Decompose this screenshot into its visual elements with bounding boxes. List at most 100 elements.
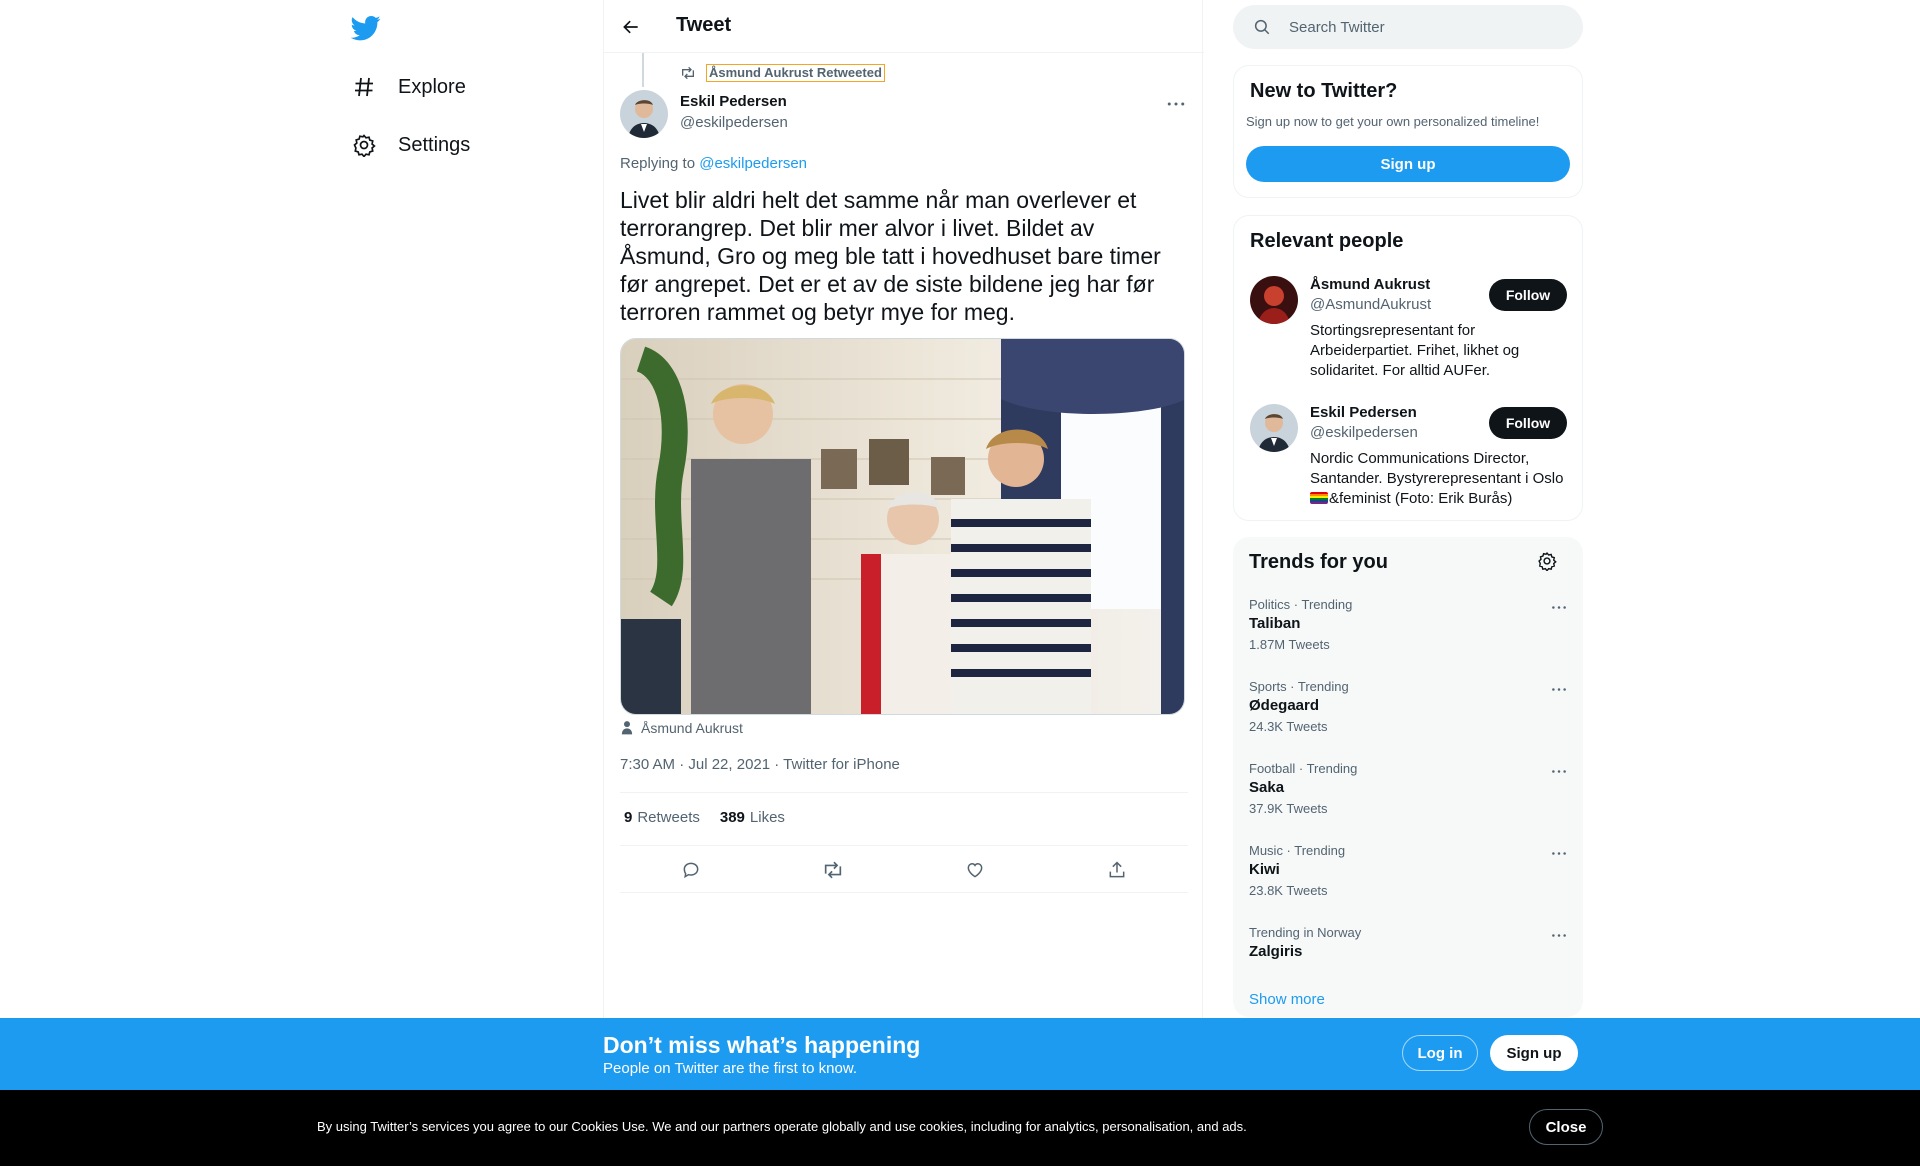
trend-item[interactable]: Politics · Trending Taliban 1.87M Tweets [1249,597,1567,663]
gear-icon [350,131,378,159]
trend-context: Football · Trending [1249,761,1358,776]
trend-context: Music · Trending [1249,843,1346,858]
trends-title: Trends for you [1249,551,1388,573]
page-title: Tweet [676,14,732,36]
person-bio: Nordic Communications Director, Santande… [1310,449,1572,509]
retweet-icon [680,65,696,81]
follow-button[interactable]: Follow [1489,279,1567,311]
retweet-context: Åsmund Aukrust Retweeted [680,64,885,82]
author-name[interactable]: Eskil Pedersen [680,93,787,110]
tweet-actions [620,855,1188,885]
trend-item[interactable]: Music · Trending Kiwi 23.8K Tweets [1249,843,1567,909]
thread-line [642,53,644,87]
nav-explore-label: Explore [398,75,466,98]
trend-item[interactable]: Sports · Trending Ødegaard 24.3K Tweets [1249,679,1567,745]
rainbow-flag-icon [1310,492,1328,504]
relevant-people-title: Relevant people [1250,230,1404,252]
share-icon [1109,861,1125,878]
trend-name: Zalgiris [1249,943,1303,960]
replying-to: Replying to @eskilpedersen [620,155,807,172]
reply-button[interactable] [674,855,708,885]
author-avatar[interactable] [620,90,668,138]
cookie-text: By using Twitter’s services you agree to… [317,1119,1247,1134]
reply-icon [683,862,699,879]
cookie-banner: By using Twitter’s services you agree to… [0,1090,1920,1166]
avatar[interactable] [1250,276,1298,324]
signup-button[interactable]: Sign up [1490,1035,1578,1071]
nav-explore[interactable]: Explore [350,67,466,107]
retweets-count: 9 [624,809,633,826]
tweet-photo[interactable] [620,338,1185,715]
share-button[interactable] [1100,855,1134,885]
tweet-text: Livet blir aldri helt det samme når man … [620,187,1161,325]
trend-context: Politics · Trending [1249,597,1353,612]
back-button[interactable] [618,14,644,40]
show-more-link[interactable]: Show more [1249,991,1325,1008]
person-item[interactable]: Åsmund Aukrust @AsmundAukrust Follow Sto… [1250,276,1568,386]
likes-label: Likes [749,809,785,826]
likes-stat[interactable]: 389 Likes [720,809,785,826]
person-handle[interactable]: @AsmundAukrust [1310,296,1431,313]
search-input[interactable] [1289,18,1569,36]
trend-count: 23.8K Tweets [1249,883,1328,898]
promo-title: Don’t miss what’s happening [603,1032,921,1058]
trend-context: Sports · Trending [1249,679,1349,694]
person-name[interactable]: Åsmund Aukrust [1310,276,1430,293]
new-to-twitter-card: New to Twitter? Sign up now to get your … [1233,65,1583,198]
promo-bar: Don’t miss what’s happening People on Tw… [0,1018,1920,1090]
avatar[interactable] [1250,404,1298,452]
replying-prefix: Replying to [620,155,696,172]
retweeted-by-link[interactable]: Åsmund Aukrust Retweeted [706,64,885,82]
retweet-icon [824,861,842,879]
more-icon [1167,102,1185,106]
person-name[interactable]: Eskil Pedersen [1310,404,1417,421]
trend-item[interactable]: Trending in Norway Zalgiris [1249,925,1567,991]
retweets-stat[interactable]: 9 Retweets [624,809,700,826]
trend-item[interactable]: Football · Trending Saka 37.9K Tweets [1249,761,1567,827]
person-item[interactable]: Eskil Pedersen @eskilpedersen Follow Nor… [1250,404,1568,514]
replying-to-link[interactable]: @eskilpedersen [699,155,807,172]
retweets-label: Retweets [637,809,700,826]
gear-icon [1538,551,1557,571]
heart-icon [967,862,983,878]
person-handle[interactable]: @eskilpedersen [1310,424,1418,441]
trend-name: Saka [1249,779,1285,796]
tagged-people[interactable]: Åsmund Aukrust [621,720,743,736]
trend-count: 1.87M Tweets [1249,637,1330,652]
login-button[interactable]: Log in [1402,1035,1478,1071]
tagged-person-name: Åsmund Aukrust [641,720,743,736]
search-icon [1253,18,1271,36]
cookie-close-button[interactable]: Close [1529,1109,1603,1145]
person-bio-line2: &feminist (Foto: Erik Burås) [1329,490,1513,507]
divider [620,845,1188,846]
more-icon[interactable] [1549,599,1569,615]
trends-settings-button[interactable] [1537,551,1559,573]
more-icon[interactable] [1549,845,1569,861]
divider [620,892,1188,893]
hashtag-icon [350,73,378,101]
tweet-stats: 9 Retweets 389 Likes [624,809,805,826]
more-icon[interactable] [1549,763,1569,779]
promo-subtitle: People on Twitter are the first to know. [603,1060,858,1077]
likes-count: 389 [719,809,745,826]
trend-name: Taliban [1249,615,1301,632]
like-button[interactable] [958,855,992,885]
follow-button[interactable]: Follow [1489,407,1567,439]
tweet-timestamp[interactable]: 7:30 AM · Jul 22, 2021 · Twitter for iPh… [620,756,900,773]
retweet-button[interactable] [816,855,850,885]
trend-name: Ødegaard [1249,697,1320,714]
tweet-more-button[interactable] [1164,94,1188,114]
person-bio-line1: Nordic Communications Director, Santande… [1310,450,1564,487]
trend-count: 24.3K Tweets [1249,719,1328,734]
author-handle[interactable]: @eskilpedersen [680,114,788,131]
person-icon [621,720,635,736]
search-box[interactable] [1233,5,1583,49]
person-bio: Stortingsrepresentant for Arbeiderpartie… [1310,322,1520,379]
trend-name: Kiwi [1249,861,1280,878]
signup-button[interactable]: Sign up [1246,146,1570,182]
twitter-logo-icon[interactable] [351,13,381,43]
more-icon[interactable] [1549,927,1569,943]
more-icon[interactable] [1549,681,1569,697]
nav-settings[interactable]: Settings [350,125,470,165]
divider [620,792,1188,793]
